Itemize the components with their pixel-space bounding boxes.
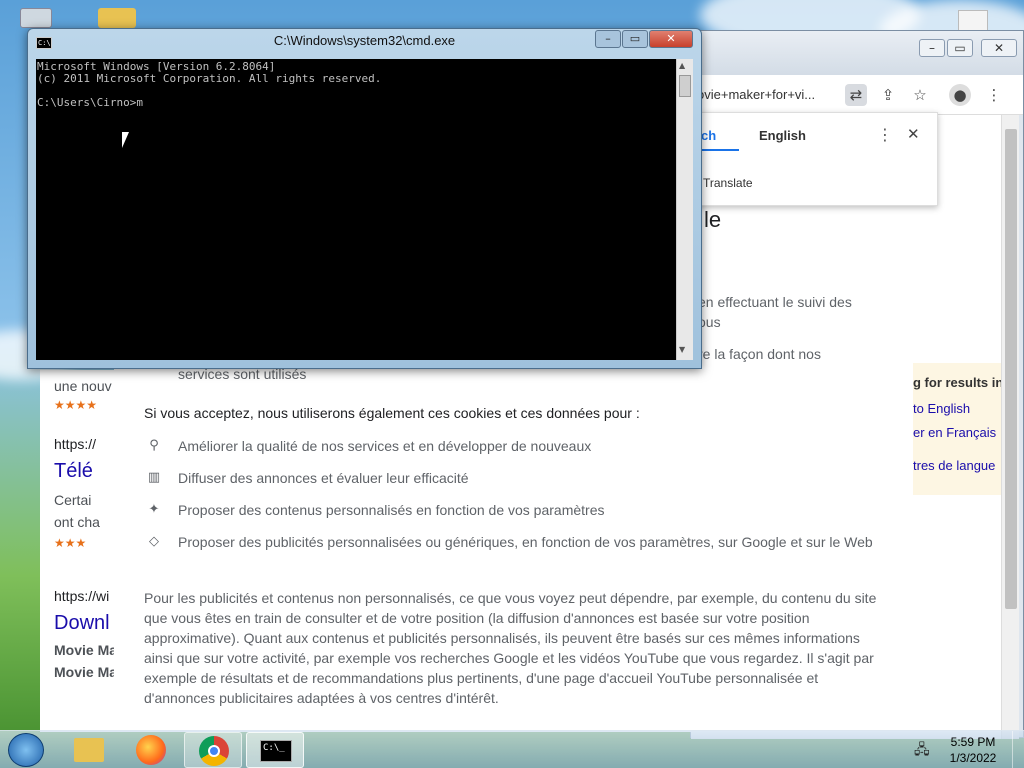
result-title[interactable]: Downl xyxy=(54,612,110,635)
folder-icon xyxy=(74,738,104,762)
translate-close-icon[interactable]: ✕ xyxy=(907,125,920,143)
rating-stars: ★★★ xyxy=(54,536,87,550)
cmd-scroll-down-arrow-icon[interactable]: ▼ xyxy=(679,345,685,354)
taskbar-cmd-button[interactable]: C:\_ xyxy=(246,732,304,768)
taskbar-chrome-button[interactable] xyxy=(184,732,242,768)
translate-icon[interactable]: ⇄ xyxy=(845,84,867,106)
chrome-menu-icon[interactable]: ⋮ xyxy=(983,84,1005,106)
result-snippet: ont cha xyxy=(54,514,100,530)
omnibox-text[interactable]: ovie+maker+for+vi... xyxy=(697,87,815,102)
chrome-maximize-button[interactable]: ▭ xyxy=(947,39,973,57)
consent-item: Proposer des publicités personnalisées o… xyxy=(178,534,873,550)
clock-date[interactable]: 1/3/2022 xyxy=(940,751,1006,765)
firefox-icon xyxy=(136,735,166,765)
console-output[interactable]: Microsoft Windows [Version 6.2.8064] (c)… xyxy=(36,59,676,360)
share-icon[interactable]: ⇪ xyxy=(877,84,899,106)
consent-item: Améliorer la qualité de nos services et … xyxy=(178,438,592,454)
chart-icon: ▥ xyxy=(147,470,161,485)
consent-item: Proposer des contenus personnalisés en f… xyxy=(178,502,605,518)
consent-paragraph: Pour les publicités et contenus non pers… xyxy=(144,590,877,706)
search-in-french-link[interactable]: er en Français xyxy=(913,425,996,440)
translate-label[interactable]: Translate xyxy=(703,176,753,190)
consent-intro: Si vous acceptez, nous utiliserons égale… xyxy=(144,405,640,421)
translate-tab-source[interactable]: ch xyxy=(701,128,716,143)
result-snippet: une nouv xyxy=(54,378,112,394)
consent-text: en effectuant le suivi des xyxy=(698,294,852,310)
taskbar-explorer-button[interactable] xyxy=(60,732,118,768)
recycle-bin-icon[interactable] xyxy=(20,8,52,28)
language-settings-link[interactable]: tres de langue xyxy=(913,458,995,473)
consent-item: Diffuser des annonces et évaluer leur ef… xyxy=(178,470,469,486)
sparkle-icon: ✦ xyxy=(148,502,160,517)
profile-avatar-icon[interactable]: ● xyxy=(949,84,971,106)
chrome-icon xyxy=(199,736,229,766)
taskbar: C:\_ 🖧 5:59 PM 1/3/2022 xyxy=(0,730,1024,768)
show-desktop-button[interactable] xyxy=(1012,731,1024,768)
cmd-scroll-thumb[interactable] xyxy=(679,75,691,97)
translate-popup: ch English ⋮ ✕ Translate xyxy=(690,112,938,206)
start-button[interactable] xyxy=(8,733,44,767)
chrome-scroll-thumb[interactable] xyxy=(1005,129,1017,609)
translate-more-options-icon[interactable]: ⋮ xyxy=(877,125,893,144)
cmd-close-button[interactable]: ✕ xyxy=(649,30,693,48)
chrome-close-button[interactable]: ✕ xyxy=(981,39,1017,57)
tag-icon: ◇ xyxy=(149,534,159,549)
chrome-scrollbar[interactable] xyxy=(1001,115,1019,739)
result-title[interactable]: Télé xyxy=(54,460,93,483)
rating-stars: ★★★★ xyxy=(54,398,98,412)
desktop-folder-icon[interactable] xyxy=(98,8,136,28)
console-line: (c) 2011 Microsoft Corporation. All righ… xyxy=(37,72,382,85)
language-panel: g for results in to English er en França… xyxy=(913,363,1004,495)
result-bold-line: Movie Ma xyxy=(54,664,118,680)
taskbar-firefox-button[interactable] xyxy=(122,732,180,768)
cmd-scroll-up-arrow-icon[interactable]: ▲ xyxy=(679,61,685,70)
cmd-icon: C:\_ xyxy=(260,740,292,762)
cmd-maximize-button[interactable]: ▭ xyxy=(622,30,648,48)
chrome-toolbar: ovie+maker+for+vi... ⇄ ⇪ ☆ ● ⋮ xyxy=(691,75,1023,115)
consent-text: re la façon dont nos xyxy=(698,346,821,362)
bookmark-star-icon[interactable]: ☆ xyxy=(909,84,931,106)
console-prompt-line: C:\Users\Cirno>m xyxy=(37,96,143,109)
cmd-scrollbar[interactable]: ▲ ▼ xyxy=(676,59,693,360)
result-url[interactable]: https:// xyxy=(54,436,96,452)
cmd-minimize-button[interactable]: – xyxy=(595,30,621,48)
translate-to-english-link[interactable]: to English xyxy=(913,401,970,416)
result-url[interactable]: https://wi xyxy=(54,588,109,604)
cmd-window: C:\ C:\Windows\system32\cmd.exe – ▭ ✕ Mi… xyxy=(27,28,702,369)
mouse-cursor-icon xyxy=(122,132,129,148)
result-bold-line: Movie Ma xyxy=(54,642,118,658)
clock-time[interactable]: 5:59 PM xyxy=(940,735,1006,749)
network-icon[interactable]: 🖧 xyxy=(914,739,930,763)
chrome-minimize-button[interactable]: – xyxy=(919,39,945,57)
consent-heading-fragment: le xyxy=(704,207,722,232)
search-results-fragment: une nouv ★★★★ https:// Télé Certai ont c… xyxy=(40,370,118,732)
result-snippet: Certai xyxy=(54,492,92,508)
language-panel-title: g for results in xyxy=(913,375,1004,390)
chrome-titlebar: – ▭ ✕ xyxy=(691,31,1023,75)
search-icon: ⚲ xyxy=(149,438,159,453)
translate-tab-english[interactable]: English xyxy=(759,128,806,143)
